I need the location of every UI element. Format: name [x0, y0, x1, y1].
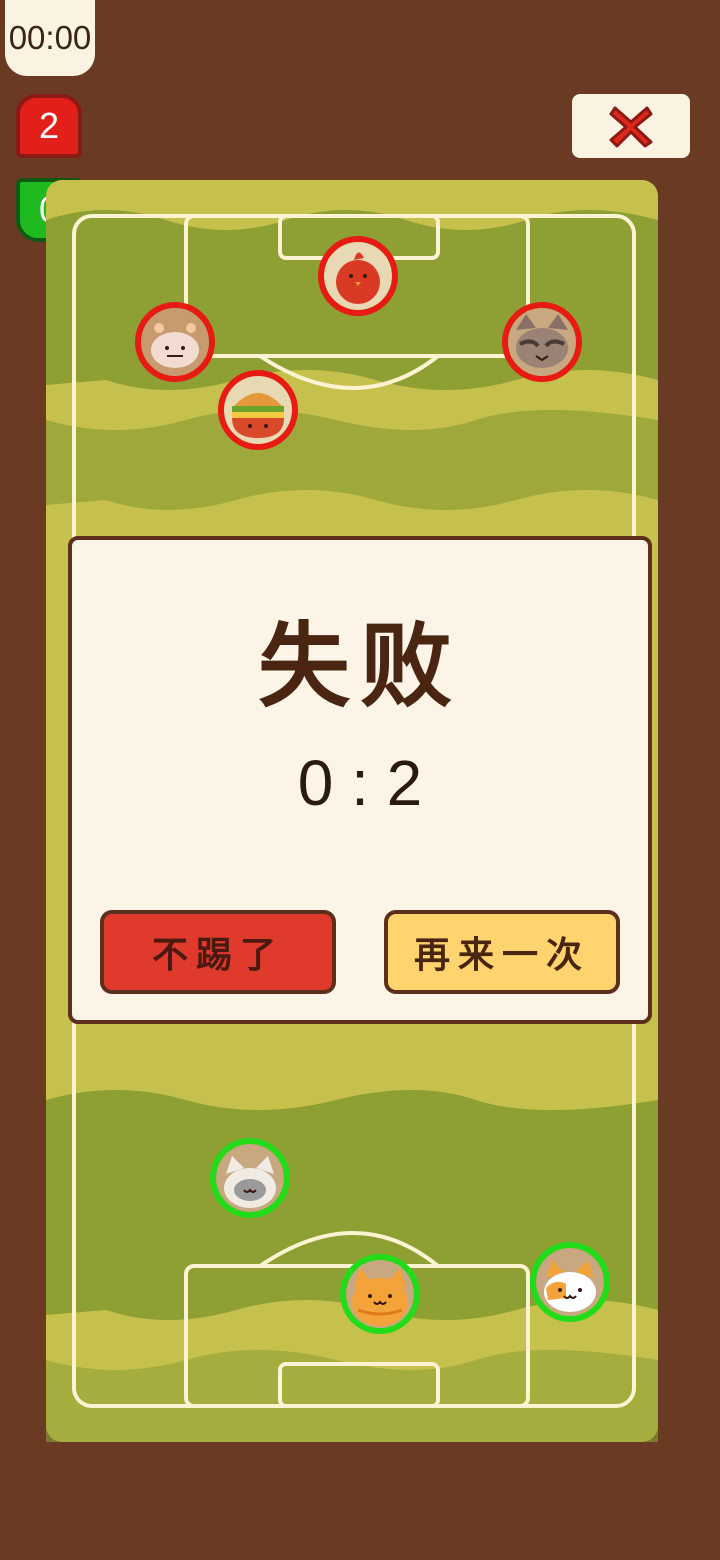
calico-cat-icon: [536, 1248, 604, 1316]
burger-icon: [224, 376, 292, 444]
ally-player-tabby-cat: [340, 1254, 420, 1334]
result-title: 失败: [257, 613, 462, 720]
retry-button[interactable]: 再来一次: [384, 910, 620, 994]
bird-icon: [324, 242, 392, 310]
close-button[interactable]: [572, 94, 690, 158]
ally-player-siamese-cat: [210, 1138, 290, 1218]
alien-icon: [141, 308, 209, 376]
result-dialog: 失败 0 : 2 不踢了 再来一次: [68, 536, 652, 1024]
enemy-player-bird: [318, 236, 398, 316]
close-icon: [609, 106, 653, 148]
game-timer: 00:00: [5, 0, 95, 76]
tabby-cat-icon: [346, 1260, 414, 1328]
enemy-player-raccoon: [502, 302, 582, 382]
quit-button[interactable]: 不踢了: [100, 910, 336, 994]
ally-player-calico-cat: [530, 1242, 610, 1322]
siamese-cat-icon: [216, 1144, 284, 1212]
red-team-score: 2: [16, 94, 82, 158]
raccoon-icon: [508, 308, 576, 376]
enemy-player-alien: [135, 302, 215, 382]
enemy-player-burger: [218, 370, 298, 450]
final-score: 0 : 2: [297, 747, 423, 819]
